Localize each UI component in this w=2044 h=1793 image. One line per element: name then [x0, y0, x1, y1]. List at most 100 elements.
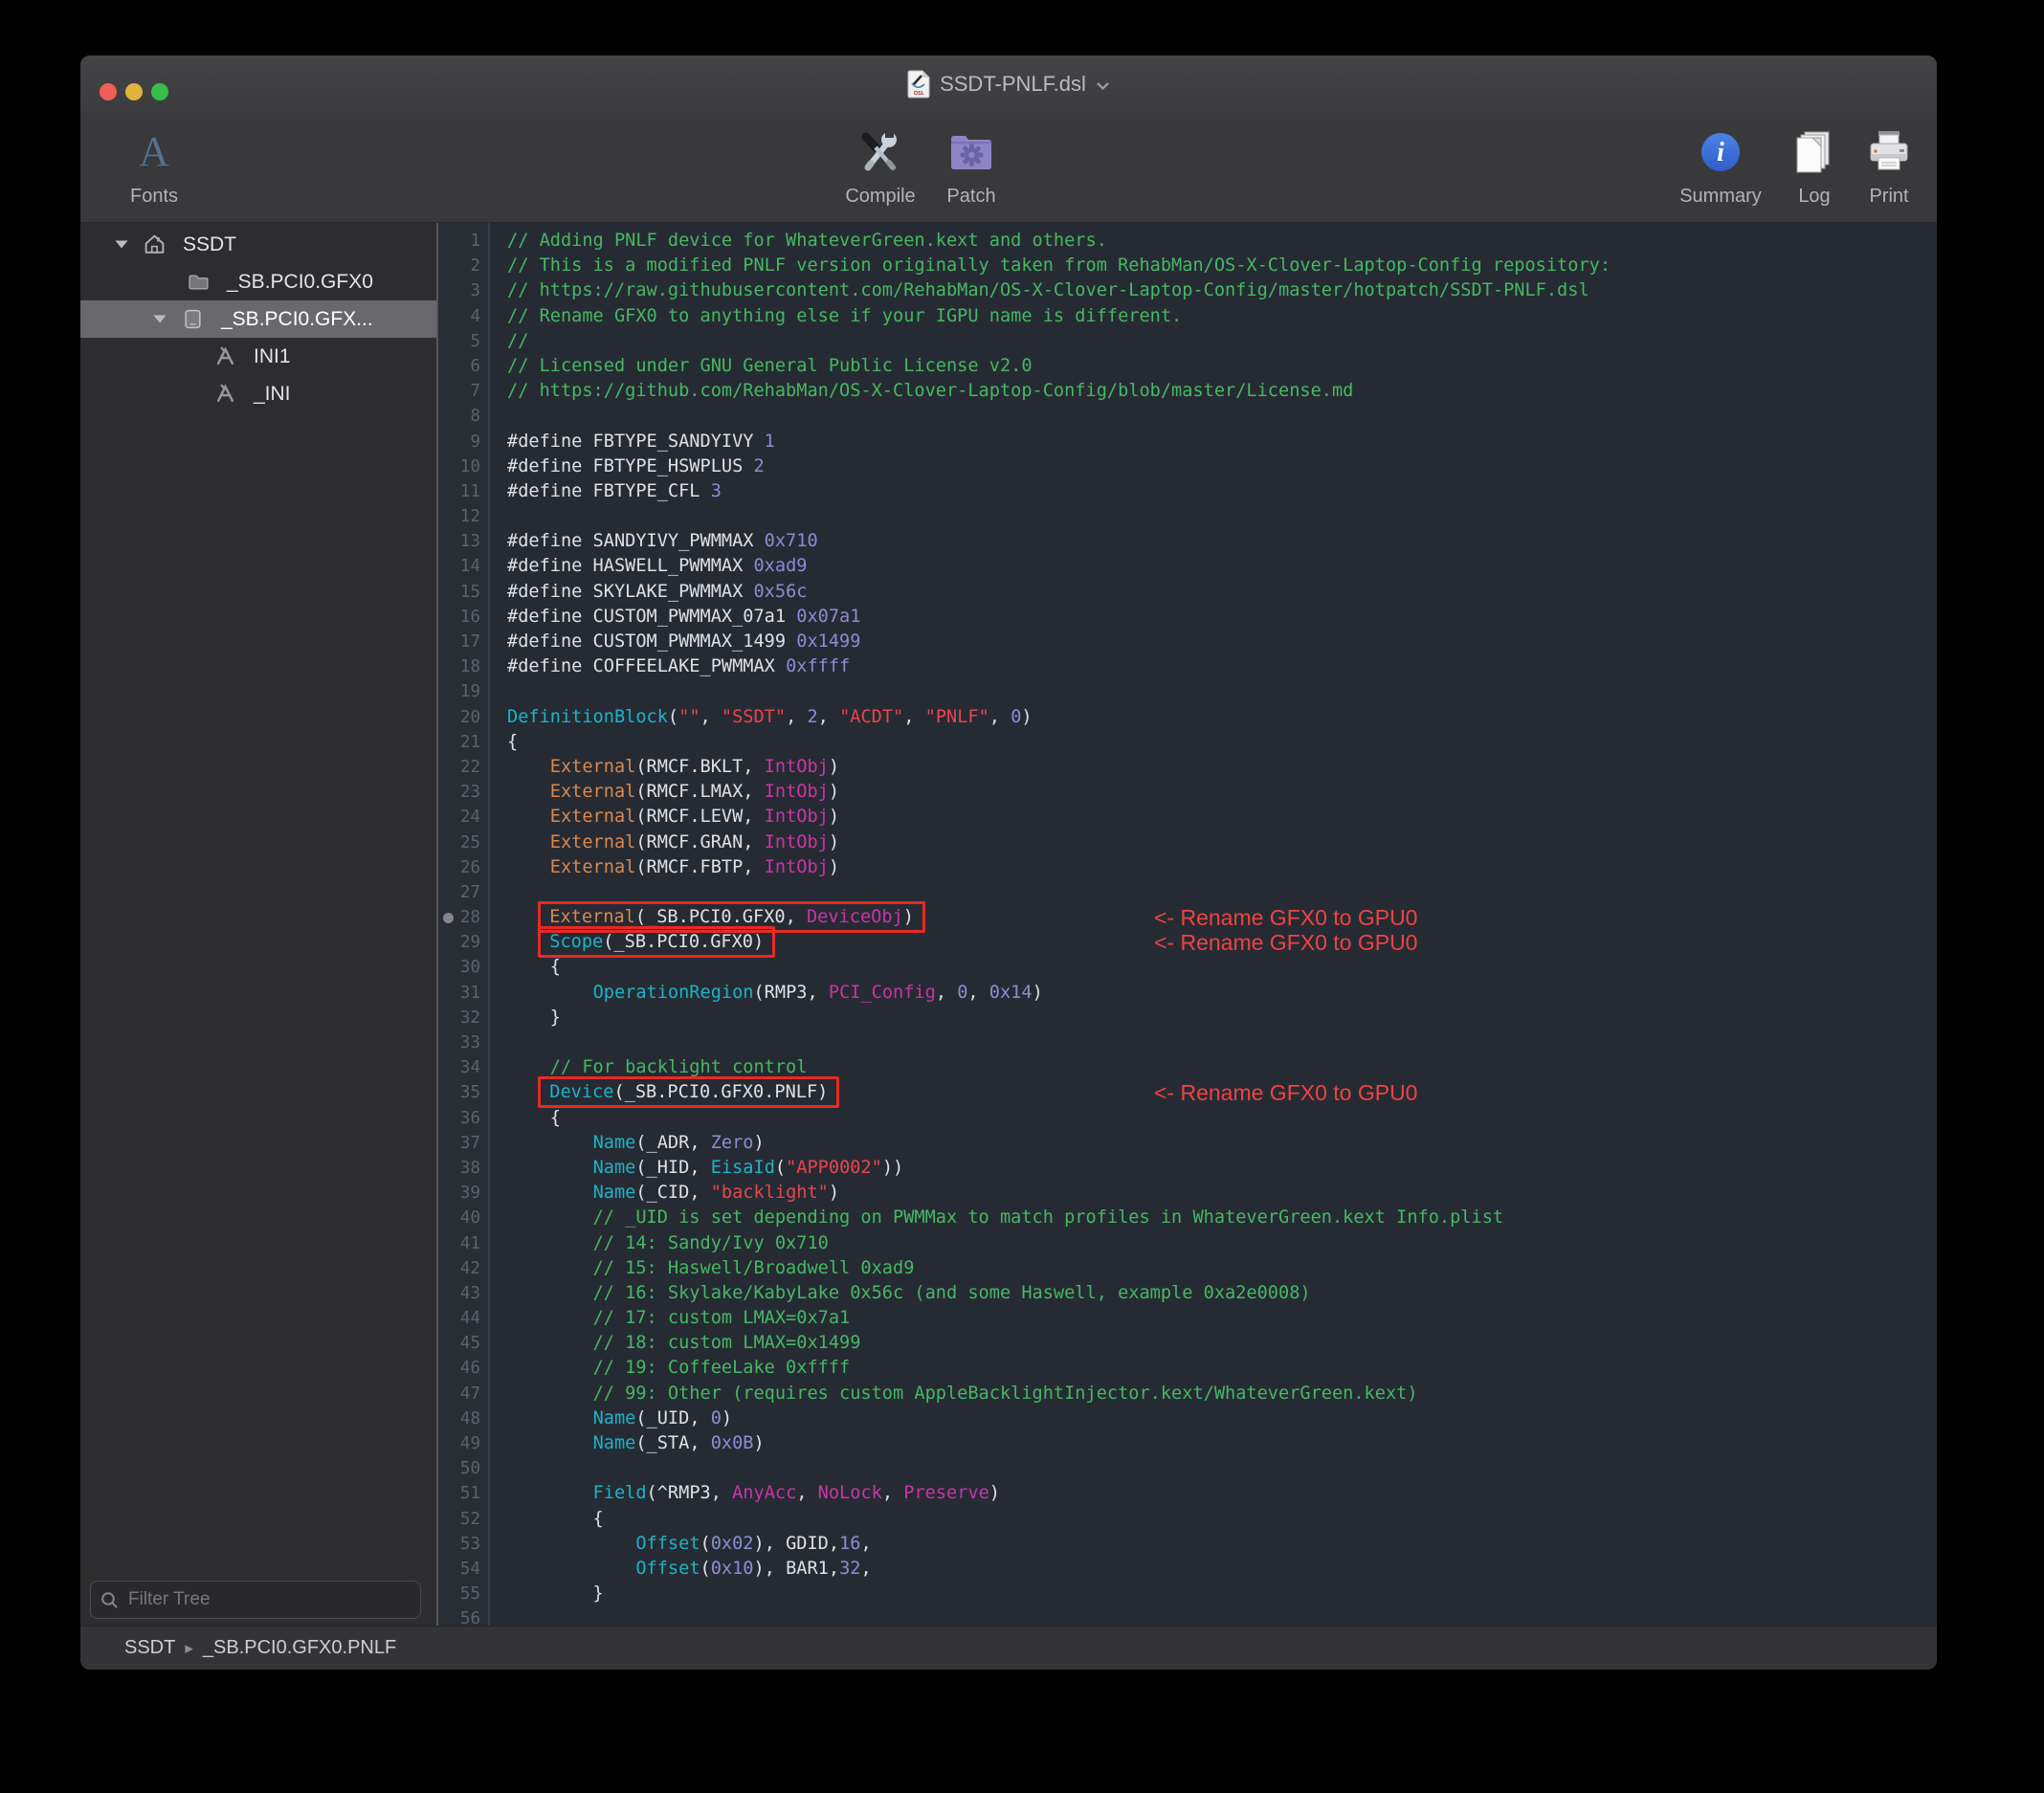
code-line-54: Offset(0x10), BAR1,32, [507, 1557, 1937, 1582]
line-number: 39 [438, 1181, 488, 1206]
code-line-2: // This is a modified PNLF version origi… [507, 254, 1937, 278]
code-line-12 [507, 504, 1937, 529]
code-line-36: { [507, 1106, 1937, 1131]
filter-tree-input[interactable] [126, 1588, 411, 1611]
svg-text:DSL: DSL [914, 91, 925, 97]
title-chevron-down-icon[interactable] [1096, 81, 1110, 91]
line-number: 11 [438, 479, 488, 504]
breadcrumb-path[interactable]: _SB.PCI0.GFX0.PNLF [203, 1637, 396, 1659]
tree-item-label: _SB.PCI0.GFX... [221, 308, 373, 331]
line-number: 52 [438, 1507, 488, 1532]
patch-button[interactable]: Patch [900, 121, 1043, 208]
code-line-20: DefinitionBlock("", "SSDT", 2, "ACDT", "… [507, 705, 1937, 730]
ssdt-tree: SSDT _SB.PCI0.GFX0 _SB.PCI0.GFX... INI1 _INI [80, 223, 436, 412]
line-number: 50 [438, 1456, 488, 1481]
code-line-55: } [507, 1582, 1937, 1606]
code-line-22: External(RMCF.BKLT, IntObj) [507, 755, 1937, 780]
filter-tree-field[interactable] [90, 1581, 421, 1619]
code-line-7: // https://github.com/RehabMan/OS-X-Clov… [507, 379, 1937, 404]
folder-icon [188, 271, 214, 293]
code-line-16: #define CUSTOM_PWMMAX_07a1 0x07a1 [507, 605, 1937, 630]
code-lines[interactable]: // Adding PNLF device for WhateverGreen.… [490, 223, 1937, 1627]
code-line-41: // 14: Sandy/Ivy 0x710 [507, 1231, 1937, 1256]
line-number: 34 [438, 1055, 488, 1080]
code-line-6: // Licensed under GNU General Public Lic… [507, 354, 1937, 379]
home-icon [144, 233, 170, 255]
sidebar: SSDT _SB.PCI0.GFX0 _SB.PCI0.GFX... INI1 _INI [80, 223, 436, 1627]
code-line-14: #define HASWELL_PWMMAX 0xad9 [507, 554, 1937, 579]
maciasl-window: DSL SSDT-PNLF.dsl A Fonts [80, 55, 1937, 1670]
rename-highlight-box: Device(_SB.PCI0.GFX0.PNLF) [538, 1076, 839, 1108]
code-line-51: Field(^RMP3, AnyAcc, NoLock, Preserve) [507, 1481, 1937, 1506]
fonts-button[interactable]: A Fonts [82, 121, 226, 208]
line-number: 32 [438, 1006, 488, 1030]
disclosure-triangle-icon[interactable] [115, 239, 144, 250]
fonts-label: Fonts [82, 186, 226, 208]
disclosure-triangle-icon[interactable] [153, 314, 182, 324]
line-number: 44 [438, 1306, 488, 1331]
code-line-5: // [507, 329, 1937, 354]
line-number: 37 [438, 1131, 488, 1156]
line-number: 55 [438, 1582, 488, 1606]
line-number: 33 [438, 1030, 488, 1055]
tree-item-label: _INI [254, 383, 291, 406]
rename-annotation: <- Rename GFX0 to GPU0 [1154, 905, 1417, 930]
line-number: 1 [438, 229, 488, 254]
code-line-4: // Rename GFX0 to anything else if your … [507, 304, 1937, 329]
sidebar-item--sb-pci0-gfx-[interactable]: _SB.PCI0.GFX... [80, 300, 436, 338]
patch-label: Patch [900, 186, 1043, 208]
tree-item-label: _SB.PCI0.GFX0 [227, 271, 373, 294]
sidebar-item-ssdt[interactable]: SSDT [80, 226, 436, 263]
code-line-25: External(RMCF.GRAN, IntObj) [507, 830, 1937, 855]
line-number: 35 [438, 1080, 488, 1105]
code-line-43: // 16: Skylake/KabyLake 0x56c (and some … [507, 1281, 1937, 1306]
code-line-56 [507, 1606, 1937, 1627]
line-number: 13 [438, 529, 488, 554]
code-line-37: Name(_ADR, Zero) [507, 1131, 1937, 1156]
code-line-8 [507, 404, 1937, 429]
code-line-10: #define FBTYPE_HSWPLUS 2 [507, 454, 1937, 479]
line-number: 3 [438, 278, 488, 303]
print-button[interactable]: Print [1817, 121, 1937, 208]
line-number: 10 [438, 454, 488, 479]
sidebar-item--ini[interactable]: _INI [80, 375, 436, 412]
line-number: 31 [438, 981, 488, 1006]
rename-highlight-box: Scope(_SB.PCI0.GFX0) [538, 926, 775, 958]
code-line-46: // 19: CoffeeLake 0xffff [507, 1356, 1937, 1381]
code-line-45: // 18: custom LMAX=0x1499 [507, 1331, 1937, 1356]
sidebar-item-ini1[interactable]: INI1 [80, 338, 436, 375]
code-line-42: // 15: Haswell/Broadwell 0xad9 [507, 1256, 1937, 1281]
line-number: 42 [438, 1256, 488, 1281]
document-proxy-icon[interactable]: DSL [907, 70, 930, 99]
search-icon [100, 1591, 119, 1609]
code-line-49: Name(_STA, 0x0B) [507, 1431, 1937, 1456]
line-number: 21 [438, 730, 488, 755]
breadcrumb-separator-icon: ▸ [185, 1639, 193, 1658]
line-number: 43 [438, 1281, 488, 1306]
breadcrumb-root[interactable]: SSDT [124, 1637, 175, 1659]
line-number: 29 [438, 930, 488, 955]
code-line-21: { [507, 730, 1937, 755]
code-line-13: #define SANDYIVY_PWMMAX 0x710 [507, 529, 1937, 554]
sidebar-item--sb-pci0-gfx0[interactable]: _SB.PCI0.GFX0 [80, 263, 436, 300]
code-line-47: // 99: Other (requires custom AppleBackl… [507, 1382, 1937, 1406]
line-number: 49 [438, 1431, 488, 1456]
line-number: 9 [438, 430, 488, 454]
line-number: 18 [438, 654, 488, 679]
code-line-24: External(RMCF.LEVW, IntObj) [507, 805, 1937, 830]
line-number: 8 [438, 404, 488, 429]
print-printer-icon [1817, 121, 1937, 184]
code-line-23: External(RMCF.LMAX, IntObj) [507, 780, 1937, 805]
code-editor[interactable]: 1234567891011121314151617181920212223242… [438, 223, 1937, 1627]
line-number: 46 [438, 1356, 488, 1381]
line-number: 54 [438, 1557, 488, 1582]
line-number: 16 [438, 605, 488, 630]
tree-item-label: INI1 [254, 345, 291, 368]
window-titlebar[interactable]: DSL SSDT-PNLF.dsl [80, 55, 1937, 113]
fonts-icon: A [139, 131, 169, 173]
line-number: 15 [438, 580, 488, 605]
code-line-3: // https://raw.githubusercontent.com/Reh… [507, 278, 1937, 303]
code-line-33 [507, 1030, 1937, 1055]
line-number: 40 [438, 1206, 488, 1230]
line-number: 51 [438, 1481, 488, 1506]
